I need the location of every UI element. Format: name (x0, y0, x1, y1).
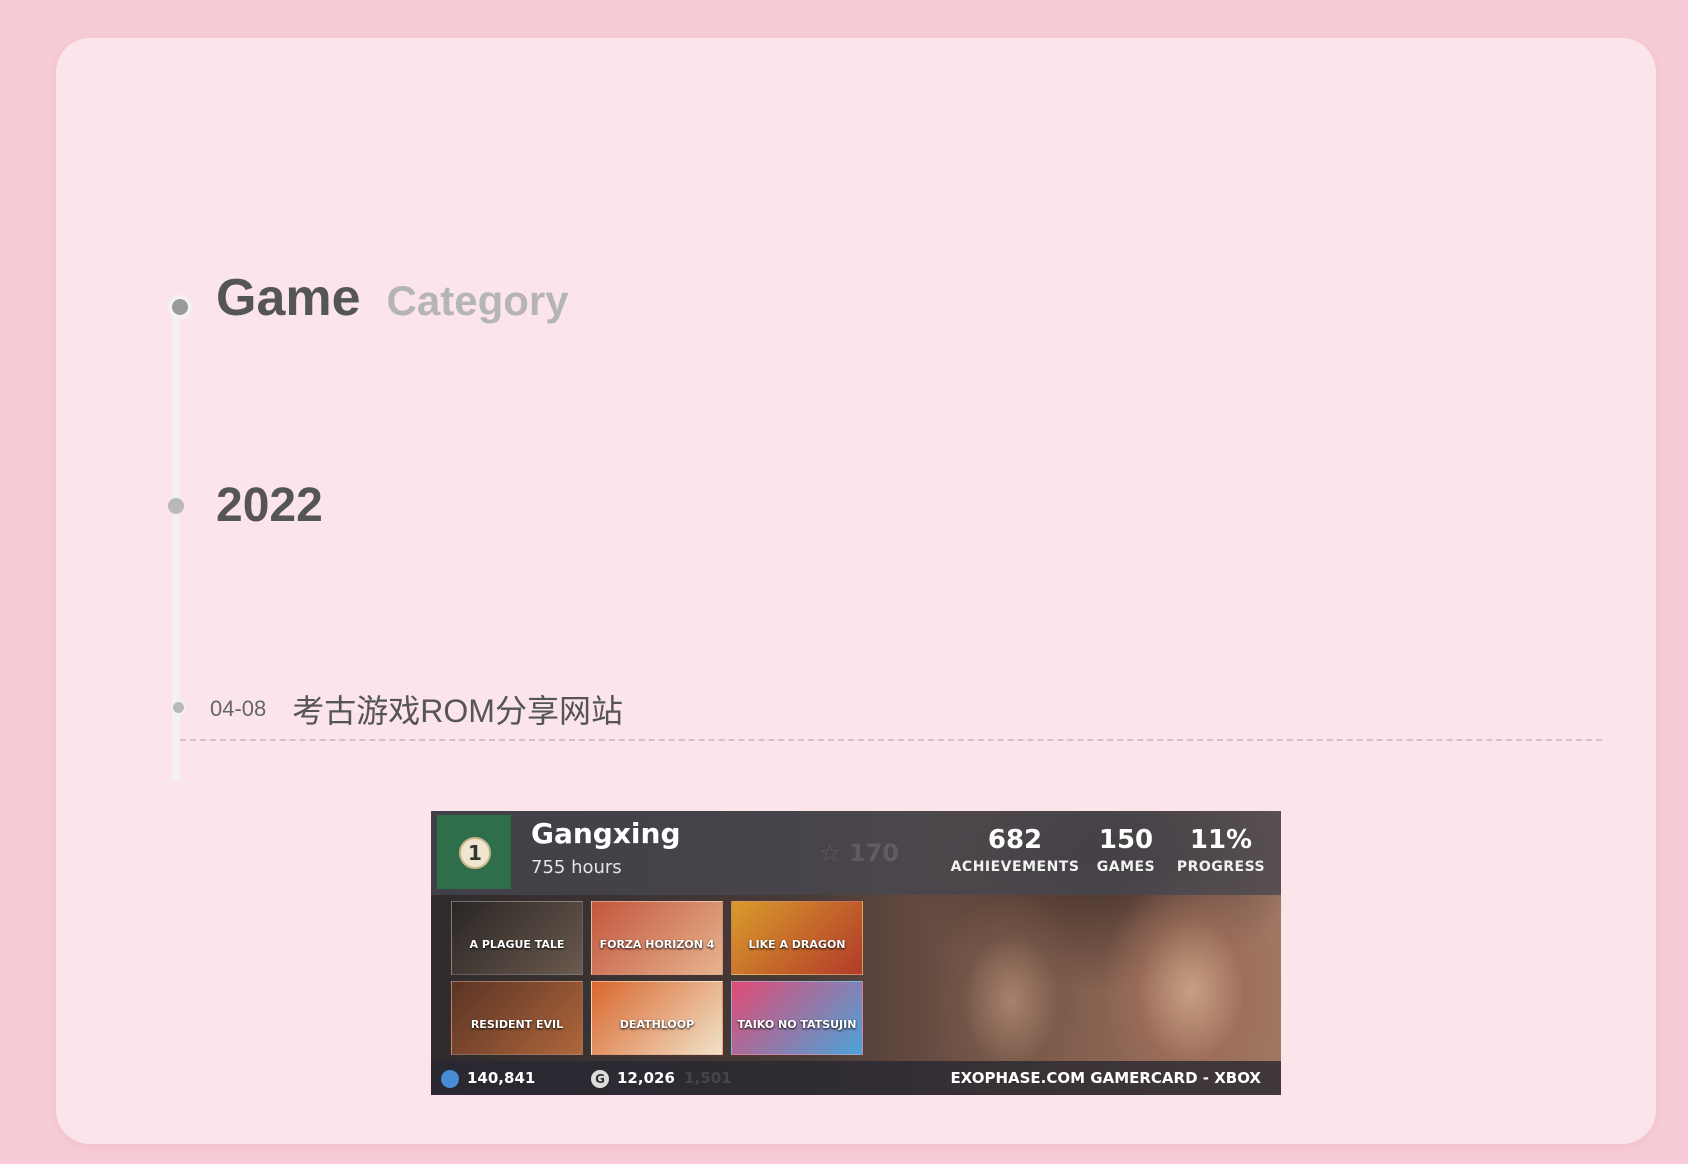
game-tile-label: LIKE A DRAGON (748, 938, 846, 951)
stat-achievements: 682 ACHIEVEMENTS (947, 825, 1083, 875)
page-heading: Game Category (216, 268, 569, 328)
stat-label: GAMES (1096, 859, 1156, 875)
gamercard-image: 1 Gangxing 755 hours ☆ 170 682 ACHIEVEME… (431, 811, 1281, 1095)
gamercard-level-box: 1 (437, 815, 511, 889)
game-tile: DEATHLOOP (591, 981, 723, 1055)
game-tile: FORZA HORIZON 4 (591, 901, 723, 975)
globe-icon (441, 1069, 459, 1088)
game-tile-label: RESIDENT EVIL (470, 1018, 564, 1031)
category-label: Category (386, 277, 569, 324)
stat-value: 150 (1098, 825, 1154, 855)
gamerscore: G 12,026 1,501 (591, 1069, 732, 1088)
gamercard-hours: 755 hours (531, 857, 622, 878)
game-tile: A PLAGUE TALE (451, 901, 583, 975)
world-rank: 140,841 (441, 1069, 535, 1088)
stat-label: ACHIEVEMENTS (950, 859, 1080, 875)
stat-progress: 11% PROGRESS (1171, 825, 1271, 875)
gamercard-header: 1 Gangxing 755 hours ☆ 170 682 ACHIEVEME… (431, 811, 1281, 895)
footer-faded-value: 1,501 (684, 1069, 732, 1087)
gamercard-faded-number: 170 (848, 839, 899, 867)
gamercard-faded-value: ☆ 170 (819, 839, 899, 867)
post-date: 04-08 (210, 696, 267, 721)
gamercard-username: Gangxing (531, 817, 681, 850)
year-heading: 2022 (216, 479, 323, 532)
post-divider (180, 739, 1602, 741)
category-name: Game (216, 269, 361, 327)
gamercard-source: EXOPHASE.COM GAMERCARD - XBOX (950, 1069, 1261, 1087)
world-rank-value: 140,841 (467, 1069, 536, 1087)
timeline-dot-year (168, 498, 184, 514)
stat-games: 150 GAMES (1091, 825, 1161, 875)
game-tile: RESIDENT EVIL (451, 981, 583, 1055)
timeline-dot-post (171, 700, 186, 715)
stat-value: 11% (1189, 825, 1253, 855)
game-tile-label: A PLAGUE TALE (469, 938, 565, 951)
post-item[interactable]: 04-08 考古游戏ROM分享网站 (210, 686, 623, 732)
star-icon: ☆ (819, 839, 841, 867)
gamerscore-value: 12,026 (617, 1069, 675, 1087)
gamercard-footer: 140,841 G 12,026 1,501 EXOPHASE.COM GAMER… (431, 1061, 1281, 1095)
game-tile: TAIKO NO TATSUJIN (731, 981, 863, 1055)
game-tile: LIKE A DRAGON (731, 901, 863, 975)
post-title-link[interactable]: 考古游戏ROM分享网站 (292, 693, 623, 729)
stat-value: 682 (987, 825, 1043, 855)
game-tile-label: DEATHLOOP (619, 1018, 695, 1031)
timeline-dot-category (168, 295, 192, 319)
game-tile-label: TAIKO NO TATSUJIN (737, 1018, 857, 1031)
game-tile-label: FORZA HORIZON 4 (599, 938, 715, 951)
stat-label: PROGRESS (1176, 859, 1266, 875)
gamerscore-icon: G (591, 1069, 609, 1088)
level-badge-icon: 1 (459, 837, 491, 869)
